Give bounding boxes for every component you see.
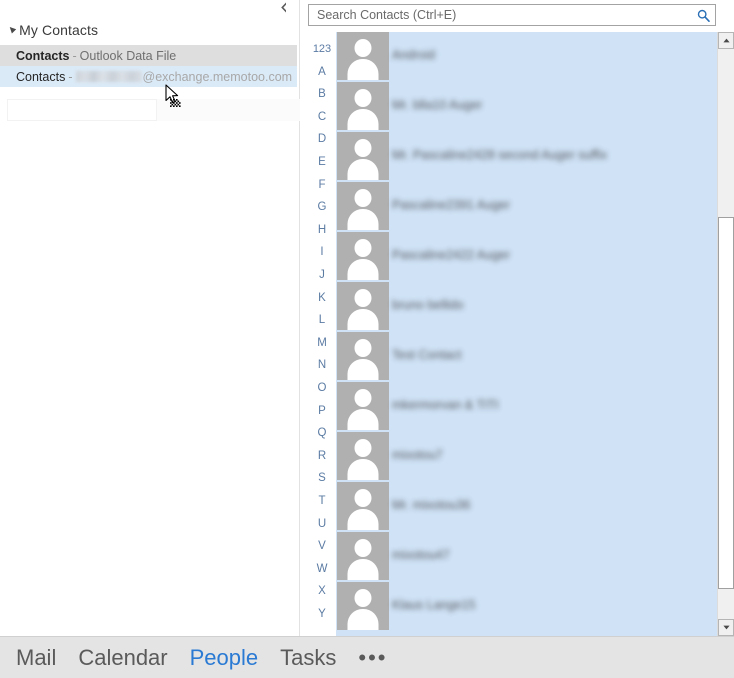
alpha-index-p[interactable]: P: [308, 405, 336, 417]
alpha-index-l[interactable]: L: [308, 314, 336, 326]
contact-name: Test Contact: [392, 348, 462, 362]
alpha-index-c[interactable]: C: [308, 111, 336, 123]
person-placeholder-icon: [337, 332, 389, 380]
contacts-folder-name: Contacts: [16, 69, 66, 84]
triangle-down-icon: ◀: [6, 23, 18, 35]
person-placeholder-icon: [337, 482, 389, 530]
module-tab-tasks[interactable]: Tasks: [280, 645, 336, 671]
person-placeholder-icon: [337, 582, 389, 630]
contact-list-item[interactable]: mkermorvan & TITI: [336, 382, 721, 432]
alpha-index-a[interactable]: A: [308, 66, 336, 78]
contacts-folder-source: Outlook Data File: [79, 48, 177, 63]
contact-name: Pascaline2391 Auger: [392, 198, 511, 212]
outlook-people-window: ◀ My Contacts Contacts - Outlook Data Fi…: [0, 0, 734, 678]
person-placeholder-icon: [337, 532, 389, 580]
person-placeholder-icon: [337, 432, 389, 480]
alpha-index-i[interactable]: I: [308, 246, 336, 258]
contact-name: Mr. mixotou36: [392, 498, 471, 512]
contact-list-item[interactable]: mixotou7: [336, 432, 721, 482]
chevron-left-icon[interactable]: [275, 2, 291, 18]
alpha-index-o[interactable]: O: [308, 382, 336, 394]
alpha-index-123[interactable]: 123: [308, 43, 336, 55]
person-placeholder-icon: [337, 282, 389, 330]
module-navigation-bar: Mail Calendar People Tasks •••: [0, 636, 734, 678]
search-icon[interactable]: [691, 6, 715, 24]
alpha-index-g[interactable]: G: [308, 201, 336, 213]
contact-name: Mr. Pascaline2428 second Auger suffix: [392, 148, 608, 162]
alpha-index-r[interactable]: R: [308, 450, 336, 462]
module-tab-mail[interactable]: Mail: [16, 645, 56, 671]
alpha-index-e[interactable]: E: [308, 156, 336, 168]
contact-name: bruno bellido: [392, 298, 464, 312]
alpha-index-u[interactable]: U: [308, 518, 336, 530]
contact-list-item[interactable]: Test Contact: [336, 332, 721, 382]
contacts-folder-source: @exchange.memotoo.com: [142, 69, 293, 84]
person-placeholder-icon: [337, 382, 389, 430]
my-contacts-group-header[interactable]: ◀ My Contacts: [0, 19, 300, 41]
scroll-down-arrow-icon[interactable]: [718, 619, 734, 636]
separator: -: [72, 48, 77, 63]
person-placeholder-icon: [337, 32, 389, 80]
search-input[interactable]: [309, 6, 691, 24]
alpha-index-w[interactable]: W: [308, 563, 336, 575]
alpha-index-f[interactable]: F: [308, 179, 336, 191]
contact-list-item[interactable]: Mr. Pascaline2428 second Auger suffix: [336, 132, 721, 182]
separator: -: [68, 69, 73, 84]
contact-name: mixotou7: [392, 448, 443, 462]
module-tab-calendar[interactable]: Calendar: [78, 645, 167, 671]
contact-name: mixotou47: [392, 548, 450, 562]
alpha-index-y[interactable]: Y: [308, 608, 336, 620]
alpha-index-x[interactable]: X: [308, 585, 336, 597]
module-overflow-icon[interactable]: •••: [358, 646, 387, 668]
scroll-up-arrow-icon[interactable]: [718, 32, 734, 49]
alpha-index-s[interactable]: S: [308, 472, 336, 484]
redacted-username: [75, 71, 142, 82]
alpha-index-j[interactable]: J: [308, 269, 336, 281]
contact-list-item[interactable]: mixotou47: [336, 532, 721, 582]
contact-list-item[interactable]: Mr. mixotou36: [336, 482, 721, 532]
contact-name: Pascaline2422 Auger: [392, 248, 511, 262]
contact-list-item[interactable]: Pascaline2422 Auger: [336, 232, 721, 282]
person-placeholder-icon: [337, 82, 389, 130]
search-contacts-box[interactable]: [308, 4, 716, 26]
alpha-index-v[interactable]: V: [308, 540, 336, 552]
nav-empty-box: [7, 99, 157, 121]
alpha-index-n[interactable]: N: [308, 359, 336, 371]
nav-empty-box-extension: [157, 99, 300, 121]
contacts-folder-name: Contacts: [16, 48, 70, 63]
contact-list-item[interactable]: Pascaline2391 Auger: [336, 182, 721, 232]
alpha-index-t[interactable]: T: [308, 495, 336, 507]
group-header-label: My Contacts: [19, 22, 99, 38]
sidebar-item-contacts-exchange[interactable]: Contacts - @exchange.memotoo.com: [0, 66, 297, 87]
contact-list-item[interactable]: Klaus Lange15: [336, 582, 721, 632]
contact-list-item[interactable]: Android: [336, 32, 721, 82]
alpha-index-h[interactable]: H: [308, 224, 336, 236]
contacts-list-region: 123 A B C D E F G H I J K L M N O P Q R S T U V W X Y Android Mr. …: [308, 32, 721, 636]
alphabet-index[interactable]: 123 A B C D E F G H I J K L M N O P Q R S T U V W X Y: [308, 32, 336, 636]
navigation-pane: ◀ My Contacts Contacts - Outlook Data Fi…: [0, 0, 300, 636]
contacts-list[interactable]: Android Mr. blla10 Auger Mr. Pascaline2428…: [336, 32, 721, 636]
content-pane: 123 ABCDEFGHIJKLMNOPQRSTUVWXY Android Mr. …: [300, 0, 734, 636]
contact-name: Android: [392, 48, 436, 62]
alpha-index-b[interactable]: B: [308, 88, 336, 100]
contact-name: Mr. blla10 Auger: [392, 98, 483, 112]
module-tab-people[interactable]: People: [190, 645, 259, 671]
alpha-index-m[interactable]: M: [308, 337, 336, 349]
scroll-thumb[interactable]: [718, 217, 734, 589]
person-placeholder-icon: [337, 182, 389, 230]
alpha-index-q[interactable]: Q: [308, 427, 336, 439]
contact-name: mkermorvan & TITI: [392, 398, 499, 412]
vertical-scrollbar[interactable]: [717, 32, 734, 636]
contact-name: Klaus Lange15: [392, 598, 476, 612]
person-placeholder-icon: [337, 232, 389, 280]
main-body: ◀ My Contacts Contacts - Outlook Data Fi…: [0, 0, 734, 636]
contact-list-item[interactable]: Mr. blla10 Auger: [336, 82, 721, 132]
person-placeholder-icon: [337, 132, 389, 180]
contact-list-item[interactable]: bruno bellido: [336, 282, 721, 332]
alpha-index-d[interactable]: D: [308, 133, 336, 145]
alpha-index-k[interactable]: K: [308, 292, 336, 304]
sidebar-item-contacts-outlook-data-file[interactable]: Contacts - Outlook Data File: [0, 45, 297, 66]
